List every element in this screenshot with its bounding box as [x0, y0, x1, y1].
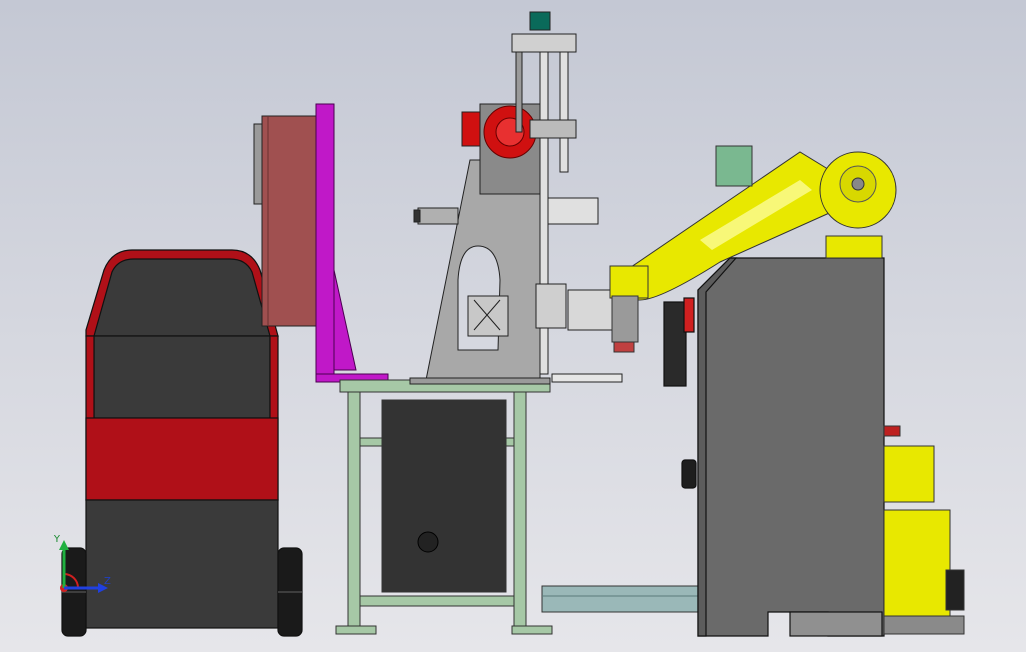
- side-cylinder: [417, 207, 459, 225]
- bench-cabinet: [381, 399, 507, 593]
- robot-base-plate: [883, 615, 965, 635]
- robot-shoulder-bolt: [851, 177, 865, 191]
- robot-wrist: [609, 265, 649, 299]
- triad-z-label: Z: [104, 576, 111, 587]
- bench-lower-rail: [359, 595, 515, 607]
- cart-red-body: [85, 417, 279, 501]
- bench-leg-left: [347, 391, 361, 629]
- controller-switch[interactable]: [681, 459, 697, 489]
- cabinet-knob[interactable]: [417, 531, 439, 553]
- robot-base-lower: [883, 509, 951, 617]
- gripper-jaw: [613, 341, 635, 353]
- red-motor-box: [461, 111, 481, 147]
- press-guide-rod: [559, 51, 569, 173]
- pendant-screen[interactable]: [663, 301, 687, 387]
- press-column: [515, 51, 523, 133]
- cart-base: [85, 499, 279, 629]
- connecting-rail: [541, 585, 699, 613]
- cart-display-panel: [93, 335, 271, 419]
- side-cylinder-cap: [413, 209, 421, 223]
- bench-foot-right: [511, 625, 553, 635]
- bench-foot-left: [335, 625, 377, 635]
- output-tray: [551, 373, 623, 383]
- brown-panel: [261, 115, 319, 327]
- press-guard: [547, 197, 599, 225]
- teal-valve[interactable]: [529, 11, 551, 31]
- cad-viewport[interactable]: Y Z: [0, 0, 1026, 652]
- arm-bracket: [715, 145, 753, 187]
- bench-leg-right: [513, 391, 527, 629]
- robot-turret: [825, 235, 883, 259]
- robot-motor-cap: [883, 425, 901, 437]
- press-base-plate: [409, 377, 551, 385]
- press-ram: [529, 119, 577, 139]
- tooling-block-right: [567, 289, 613, 331]
- cart-window: [93, 258, 271, 337]
- tooling-block: [535, 283, 567, 329]
- robot-gripper[interactable]: [611, 295, 639, 343]
- press-column-top: [511, 33, 577, 53]
- controller-base-step: [789, 611, 883, 637]
- assembly-view[interactable]: Y Z: [0, 0, 1026, 652]
- triad-y-label: Y: [53, 534, 61, 545]
- robot-base-upper: [883, 445, 935, 503]
- side-panel[interactable]: [253, 115, 319, 327]
- pendant-bezel: [683, 297, 695, 333]
- robot-connector: [945, 569, 965, 611]
- magenta-guard-post: [315, 103, 335, 383]
- controller-body: [697, 257, 885, 637]
